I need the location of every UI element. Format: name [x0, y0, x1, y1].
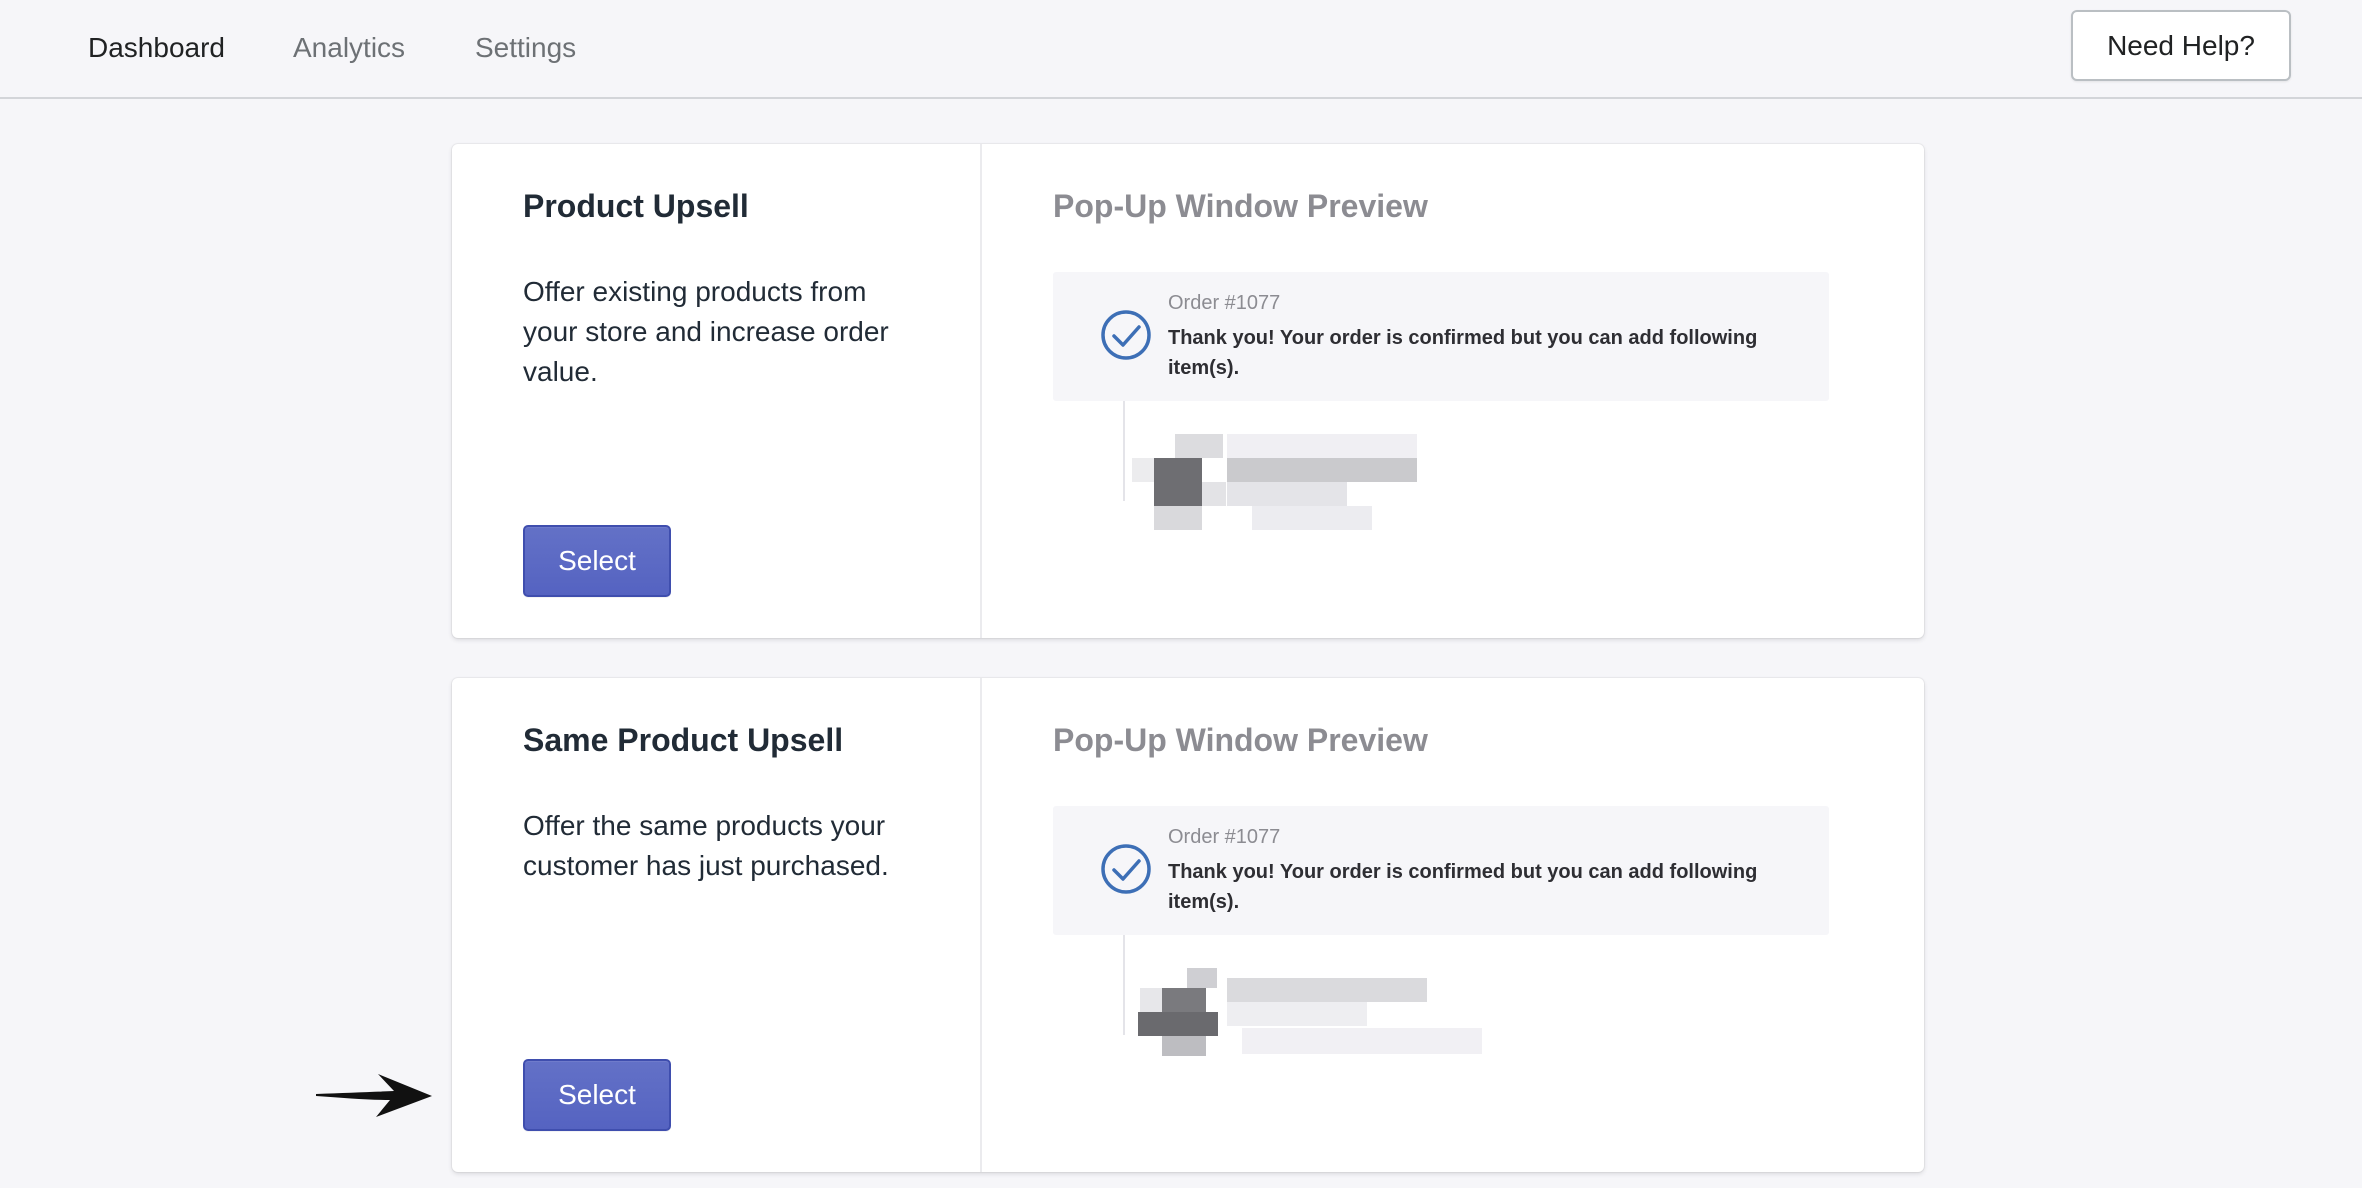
card-title: Product Upsell	[523, 188, 749, 224]
select-same-product-upsell-button[interactable]: Select	[523, 1059, 671, 1131]
order-number: Order #1077	[1168, 292, 1281, 314]
popup-preview-box: Order #1077 Thank you! Your order is con…	[1053, 806, 1829, 935]
check-circle-icon	[1101, 844, 1151, 894]
preview-title: Pop-Up Window Preview	[1053, 722, 1428, 758]
confirmation-message: Thank you! Your order is confirmed but y…	[1168, 861, 1758, 913]
tab-dashboard[interactable]: Dashboard	[88, 30, 225, 66]
select-product-upsell-button[interactable]: Select	[523, 525, 671, 597]
popup-preview-box: Order #1077 Thank you! Your order is con…	[1053, 272, 1829, 401]
card-description: Offer the same products your customer ha…	[523, 810, 889, 881]
blurred-product-image	[1132, 434, 1452, 544]
tab-analytics[interactable]: Analytics	[293, 30, 405, 66]
check-circle-icon	[1101, 310, 1151, 360]
card-divider	[980, 678, 982, 1172]
card-divider	[980, 144, 982, 638]
card-description: Offer existing products from your store …	[523, 276, 889, 387]
confirmation-message: Thank you! Your order is confirmed but y…	[1168, 327, 1758, 379]
connector-line	[1123, 935, 1125, 1035]
top-navigation: Dashboard Analytics Settings Need Help?	[0, 0, 2362, 99]
same-product-upsell-card: Same Product Upsell Offer the same produ…	[452, 678, 1924, 1172]
connector-line	[1123, 401, 1125, 501]
tab-settings[interactable]: Settings	[475, 30, 576, 66]
arrow-right-icon	[316, 1074, 432, 1117]
need-help-button[interactable]: Need Help?	[2071, 10, 2291, 81]
order-number: Order #1077	[1168, 826, 1281, 848]
product-upsell-card: Product Upsell Offer existing products f…	[452, 144, 1924, 638]
blurred-product-image	[1132, 968, 1482, 1078]
preview-title: Pop-Up Window Preview	[1053, 188, 1428, 224]
card-title: Same Product Upsell	[523, 722, 844, 758]
